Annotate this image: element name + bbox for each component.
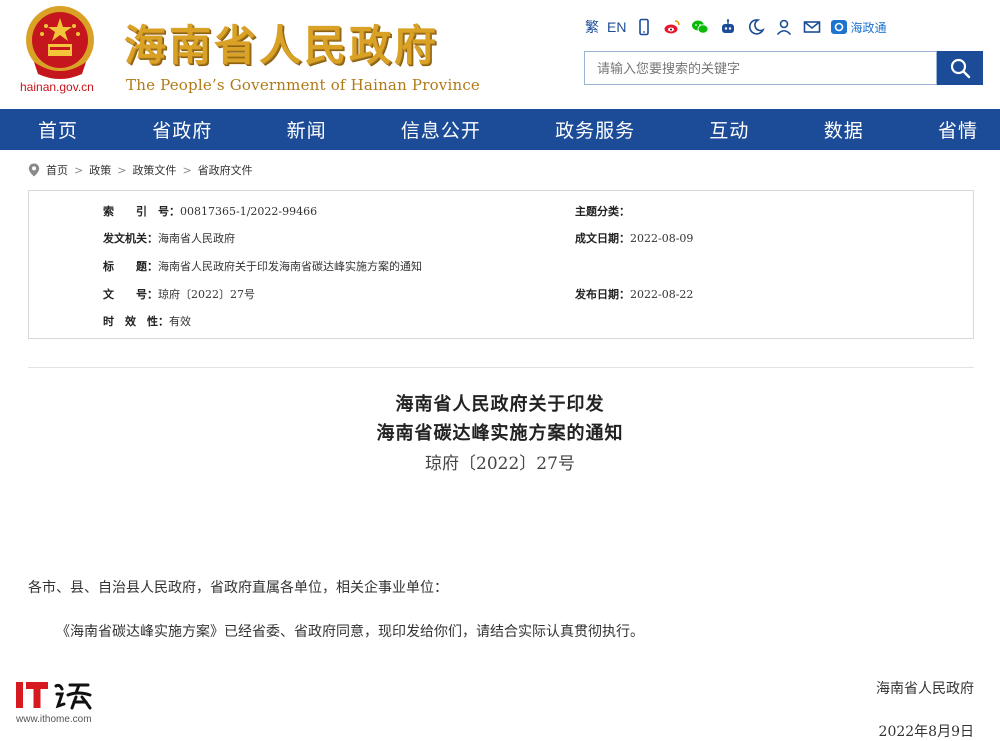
breadcrumb-separator: > (182, 163, 192, 177)
document-title-line-1: 海南省人民政府关于印发 (395, 394, 605, 415)
search-input[interactable] (585, 52, 936, 84)
meta-title-value: 海南省人民政府关于印发海南省碳达峰实施方案的通知 (158, 260, 422, 273)
meta-written-date-label: 成文日期： (575, 232, 630, 245)
meta-doc-number-label: 文 号： (103, 288, 158, 301)
meta-published-date-label: 发布日期： (575, 288, 630, 301)
breadcrumb-separator: > (74, 163, 84, 177)
meta-issuer-value: 海南省人民政府 (158, 232, 235, 245)
site-title-english: The People’s Government of Hainan Provin… (126, 76, 481, 94)
breadcrumb-policy-documents[interactable]: 政策文件 (132, 162, 176, 178)
weibo-icon[interactable] (662, 17, 682, 37)
meta-issuer: 发文机关：海南省人民政府 (103, 230, 235, 246)
meta-validity-label: 时 效 性： (103, 315, 169, 328)
content-divider (28, 367, 974, 368)
signature-date: 2022年8月9日 (878, 724, 974, 740)
site-title[interactable]: 海南省人民政府 (124, 12, 439, 73)
meta-title-label: 标 题： (103, 260, 158, 273)
meta-index: 索 引 号：00817365-1/2022-99466 (103, 203, 317, 219)
traditional-chinese-link[interactable]: 繁 (585, 17, 599, 37)
nav-news[interactable]: 新闻 (287, 116, 327, 143)
meta-issuer-label: 发文机关： (103, 232, 158, 245)
document-metadata: 索 引 号：00817365-1/2022-99466 主题分类： 发文机关：海… (28, 190, 974, 339)
wechat-icon[interactable] (690, 17, 710, 37)
meta-written-date: 成文日期：2022-08-09 (575, 230, 693, 246)
meta-validity: 时 效 性：有效 (103, 313, 191, 329)
site-header: hainan.gov.cn 海南省人民政府 The People’s Gover… (0, 0, 1000, 108)
meta-index-value: 00817365-1/2022-99466 (180, 205, 318, 218)
nav-information-disclosure[interactable]: 信息公开 (401, 116, 481, 143)
haizhengtong-icon (831, 20, 848, 34)
nav-data[interactable]: 数据 (824, 116, 864, 143)
nav-provincial-government[interactable]: 省政府 (152, 116, 212, 143)
national-emblem-icon[interactable] (22, 4, 98, 80)
nav-interaction[interactable]: 互动 (709, 116, 749, 143)
haizhengtong-link[interactable]: 海政通 (830, 18, 886, 36)
search-icon (950, 58, 971, 79)
meta-doc-number: 文 号：琼府〔2022〕27号 (103, 286, 255, 302)
nav-home[interactable]: 首页 (38, 116, 78, 143)
meta-written-date-value: 2022-08-09 (630, 232, 694, 245)
breadcrumb-provincial-documents[interactable]: 省政府文件 (198, 162, 253, 178)
location-pin-icon (28, 163, 40, 177)
header-toolbar: 繁 EN 海政通 (585, 16, 886, 38)
meta-index-label: 索 引 号： (103, 205, 180, 218)
meta-published-date: 发布日期：2022-08-22 (575, 286, 693, 302)
meta-validity-value: 有效 (169, 315, 191, 328)
site-domain[interactable]: hainan.gov.cn (20, 80, 94, 94)
mail-icon[interactable] (802, 17, 822, 37)
meta-published-date-value: 2022-08-22 (630, 288, 694, 301)
ithome-watermark-url: www.ithome.com (16, 714, 92, 725)
user-icon[interactable] (774, 17, 794, 37)
signature-organization: 海南省人民政府 (876, 681, 974, 697)
english-link[interactable]: EN (607, 19, 626, 35)
meta-title: 标 题：海南省人民政府关于印发海南省碳达峰实施方案的通知 (103, 258, 422, 274)
document-body-paragraph: 《海南省碳达峰实施方案》已经省委、省政府同意，现印发给你们，请结合实际认真贯彻执… (56, 624, 644, 640)
search-box (584, 51, 937, 85)
robot-icon[interactable] (718, 17, 738, 37)
document-title-line-2: 海南省碳达峰实施方案的通知 (376, 423, 624, 444)
main-nav: 首页 省政府 新闻 信息公开 政务服务 互动 数据 省情 (0, 109, 1000, 150)
haizhengtong-label: 海政通 (850, 20, 887, 35)
meta-topic: 主题分类： (575, 203, 630, 219)
nav-government-services[interactable]: 政务服务 (555, 116, 635, 143)
document-salutation: 各市、县、自治县人民政府，省政府直属各单位，相关企事业单位： (28, 580, 448, 596)
breadcrumb-separator: > (117, 163, 127, 177)
breadcrumb-home[interactable]: 首页 (46, 162, 68, 178)
search-button[interactable] (937, 51, 983, 85)
nav-province-overview[interactable]: 省情 (938, 116, 978, 143)
mobile-icon[interactable] (634, 17, 654, 37)
night-mode-icon[interactable] (746, 17, 766, 37)
meta-topic-label: 主题分类： (575, 205, 630, 218)
document-number: 琼府〔2022〕27号 (425, 454, 575, 474)
breadcrumb: 首页 > 政策 > 政策文件 > 省政府文件 (28, 160, 253, 180)
breadcrumb-policy[interactable]: 政策 (89, 162, 111, 178)
meta-doc-number-value: 琼府〔2022〕27号 (158, 288, 255, 301)
